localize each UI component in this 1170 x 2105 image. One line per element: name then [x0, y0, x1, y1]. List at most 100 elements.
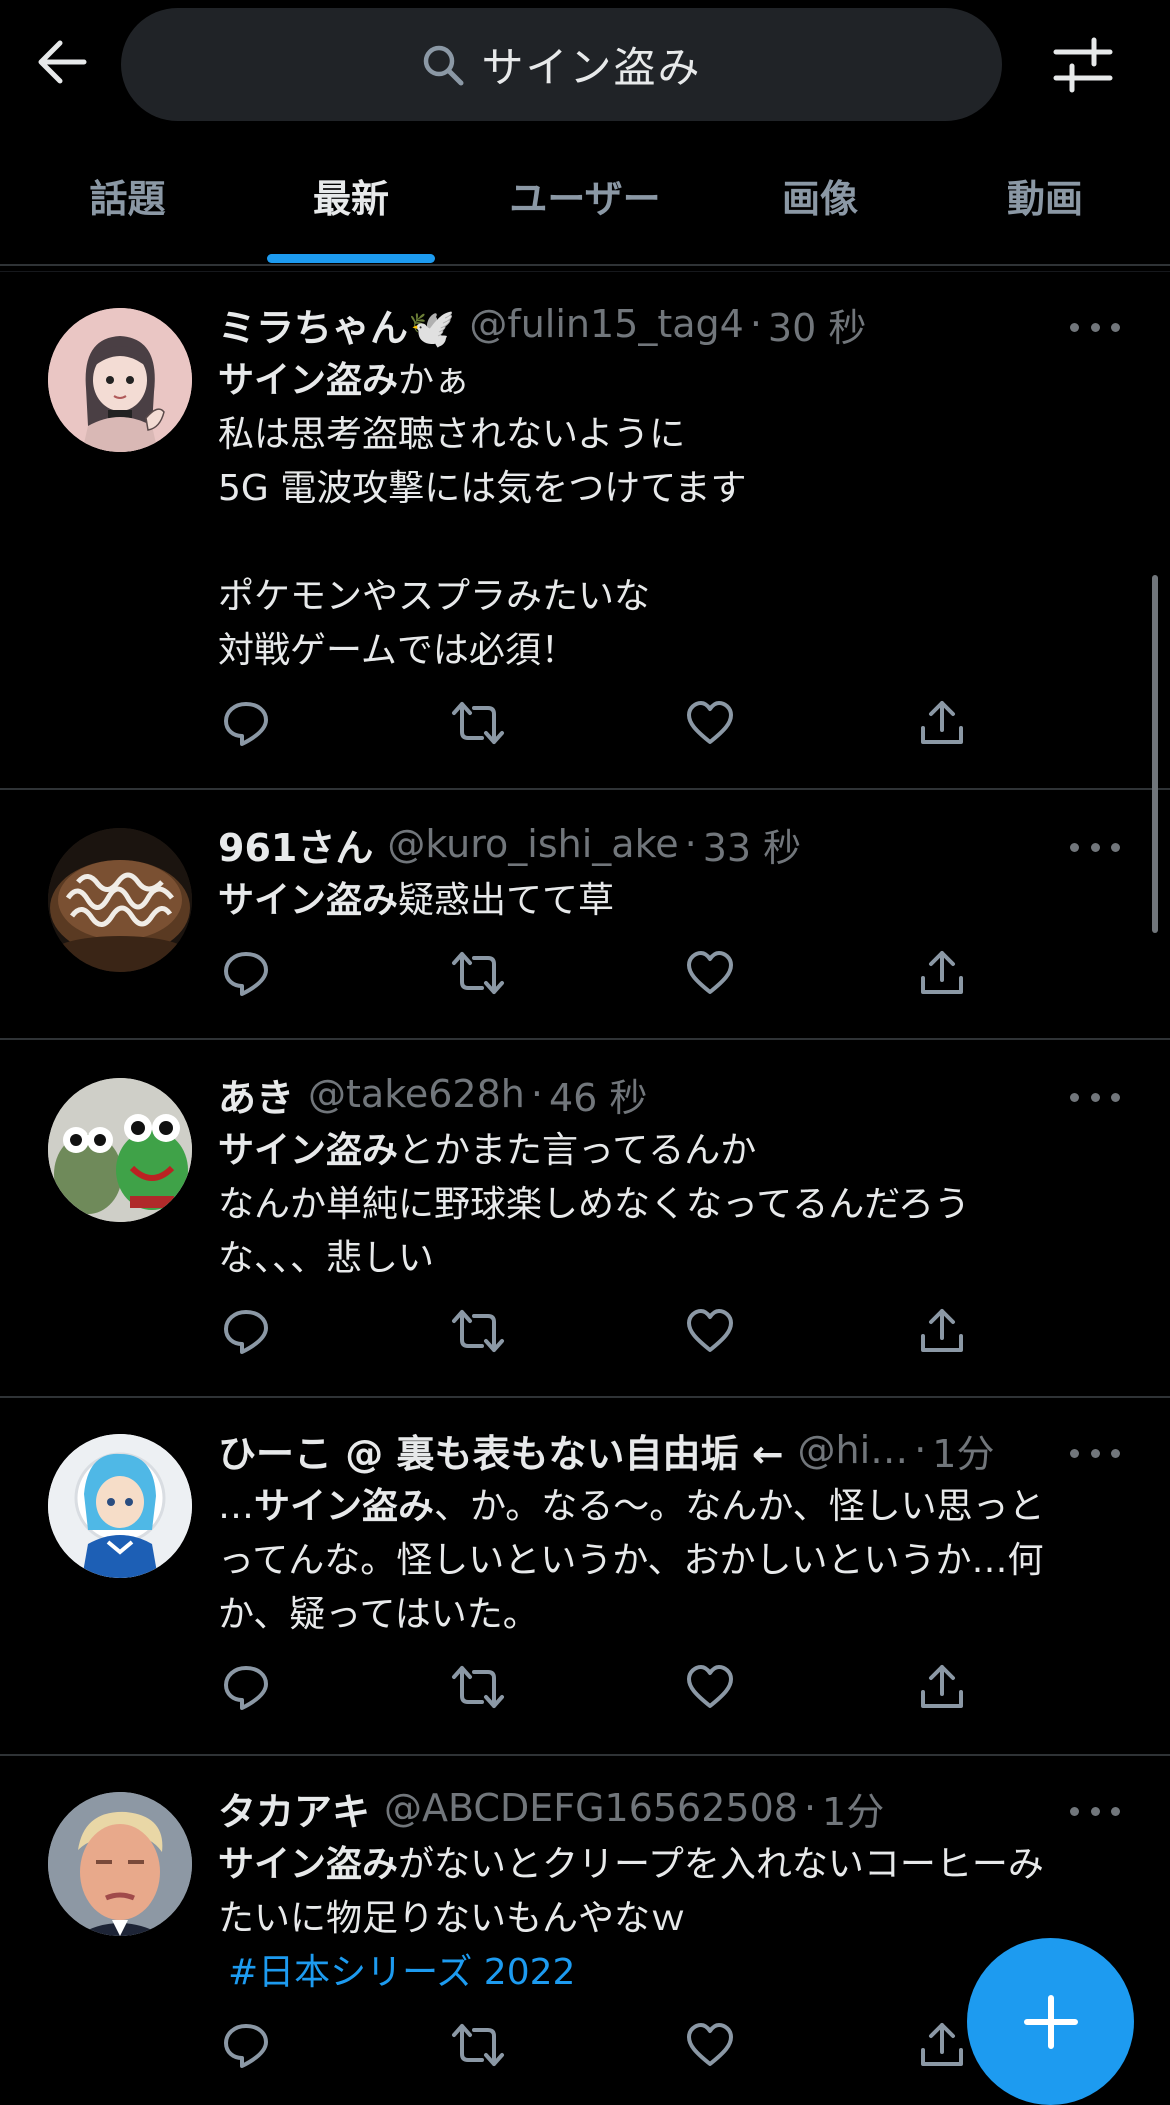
more-icon — [1070, 842, 1079, 852]
timestamp[interactable]: 46 秒 — [549, 1067, 647, 1122]
avatar[interactable] — [48, 828, 192, 972]
text-line: な、、、悲しい — [218, 1238, 435, 1279]
tweet-actions — [218, 1659, 978, 1715]
more-button[interactable] — [1070, 832, 1120, 862]
search-highlight: サイン盗み — [218, 880, 399, 921]
timestamp[interactable]: 1分 — [822, 1781, 884, 1836]
retweet-button[interactable] — [450, 2017, 506, 2073]
more-icon-dot — [1111, 1092, 1120, 1102]
text-prefix: … — [218, 1486, 254, 1527]
more-icon — [1070, 1806, 1079, 1816]
search-field[interactable]: サイン盗み — [121, 8, 1002, 121]
tweet-header: あき @take628h · 46 秒 — [218, 1066, 647, 1122]
like-button[interactable] — [682, 695, 738, 751]
back-button[interactable] — [30, 30, 94, 94]
reply-button[interactable] — [218, 945, 274, 1001]
filter-icon — [1053, 37, 1113, 93]
hashtag-link[interactable]: #日本シリーズ 2022 — [228, 1952, 575, 1993]
search-highlight: サイン盗み — [218, 1130, 399, 1171]
tab-people[interactable]: ユーザー — [490, 125, 680, 265]
more-button[interactable] — [1070, 312, 1120, 342]
like-button[interactable] — [682, 1659, 738, 1715]
tweet-header: ミラちゃん🕊️ @fulin15_tag4 · 30 秒 — [218, 296, 866, 352]
like-button[interactable] — [682, 945, 738, 1001]
search-icon — [424, 45, 464, 85]
more-icon-dot — [1090, 322, 1100, 332]
search-settings-button[interactable] — [1052, 34, 1114, 96]
share-button[interactable] — [914, 945, 970, 1001]
text-line: 私は思考盗聴されないように — [218, 414, 686, 455]
retweet-button[interactable] — [450, 695, 506, 751]
share-button[interactable] — [914, 1303, 970, 1359]
more-icon-dot — [1111, 1448, 1120, 1458]
search-highlight: サイン盗み — [218, 1844, 399, 1885]
tweet-actions — [218, 695, 978, 751]
tweet-header: ひーこ @ 裏も表もない自由垢 ← @hi… · 1分 — [218, 1422, 994, 1478]
avatar[interactable] — [48, 1434, 192, 1578]
like-button[interactable] — [682, 1303, 738, 1359]
text-line: 、か。なる〜。なんか、怪しい思っと — [434, 1486, 1045, 1527]
more-icon — [1070, 322, 1079, 332]
reply-button[interactable] — [218, 2017, 274, 2073]
avatar[interactable] — [48, 1792, 192, 1936]
tweet-header: タカアキ @ABCDEFG16562508 · 1分 — [218, 1780, 884, 1836]
tweet[interactable]: あき @take628h · 46 秒 サイン盗みとかまた言ってるんか なんか単… — [0, 1040, 1170, 1398]
tweet[interactable]: 961さん @kuro_ishi_ake · 33 秒 サイン盗み疑惑出てて草 — [0, 790, 1170, 1040]
share-button[interactable] — [914, 695, 970, 751]
back-arrow-icon — [38, 40, 87, 84]
avatar[interactable] — [48, 308, 192, 452]
more-button[interactable] — [1070, 1082, 1120, 1112]
text-line: ってんな。怪しいというか、おかしいというか…何 — [218, 1540, 1044, 1581]
more-icon — [1070, 1092, 1079, 1102]
separator-dot: · — [914, 1428, 927, 1472]
share-button[interactable] — [914, 1659, 970, 1715]
reply-button[interactable] — [218, 695, 274, 751]
share-icon — [921, 701, 963, 744]
tweet[interactable]: ひーこ @ 裏も表もない自由垢 ← @hi… · 1分 …サイン盗み、か。なる〜… — [0, 1398, 1170, 1756]
reply-icon — [224, 1666, 268, 1710]
user-handle[interactable]: @hi… — [798, 1428, 909, 1472]
timestamp[interactable]: 33 秒 — [703, 817, 801, 872]
tab-videos[interactable]: 動画 — [960, 125, 1130, 265]
tab-photos[interactable]: 画像 — [735, 125, 905, 265]
tweet[interactable]: ミラちゃん🕊️ @fulin15_tag4 · 30 秒 サイン盗みかぁ 私は思… — [0, 272, 1170, 790]
display-name[interactable]: あき — [218, 1067, 294, 1122]
avatar[interactable] — [48, 1078, 192, 1222]
timestamp[interactable]: 1分 — [932, 1423, 994, 1478]
like-button[interactable] — [682, 2017, 738, 2073]
retweet-button[interactable] — [450, 945, 506, 1001]
more-icon-dot — [1090, 842, 1100, 852]
retweet-button[interactable] — [450, 1303, 506, 1359]
tweet-text: …サイン盗み、か。なる〜。なんか、怪しい思っと ってんな。怪しいというか、おかし… — [218, 1480, 1128, 1642]
search-highlight: サイン盗み — [254, 1486, 435, 1527]
tab-top[interactable]: 話題 — [40, 125, 215, 265]
display-name[interactable]: 961さん — [218, 817, 373, 872]
display-name[interactable]: ミラちゃん🕊️ — [218, 297, 455, 352]
reply-icon — [224, 952, 268, 996]
text-line: がないとクリープを入れないコーヒーみ — [398, 1844, 1044, 1885]
timestamp[interactable]: 30 秒 — [768, 297, 866, 352]
more-icon-dot — [1111, 322, 1120, 332]
more-button[interactable] — [1070, 1796, 1120, 1826]
retweet-button[interactable] — [450, 1659, 506, 1715]
reply-button[interactable] — [218, 1659, 274, 1715]
retweet-icon — [452, 702, 504, 744]
user-handle[interactable]: @kuro_ishi_ake — [387, 822, 678, 866]
share-button[interactable] — [914, 2017, 970, 2073]
tweet-text: サイン盗みとかまた言ってるんか なんか単純に野球楽しめなくなってるんだろう な、… — [218, 1124, 1128, 1286]
compose-button[interactable] — [967, 1938, 1134, 2105]
more-button[interactable] — [1070, 1438, 1120, 1468]
user-handle[interactable]: @ABCDEFG16562508 — [384, 1786, 798, 1830]
tweet-text: サイン盗みかぁ 私は思考盗聴されないように 5G 電波攻撃には気をつけてます ポ… — [218, 354, 1128, 678]
reply-button[interactable] — [218, 1303, 274, 1359]
display-name[interactable]: ひーこ @ 裏も表もない自由垢 ← — [218, 1423, 784, 1478]
scrollbar[interactable] — [1152, 575, 1158, 933]
separator-dot: · — [530, 1072, 543, 1116]
text-line: かぁ — [398, 360, 471, 401]
user-handle[interactable]: @fulin15_tag4 — [469, 302, 744, 346]
share-icon — [921, 1309, 963, 1352]
user-handle[interactable]: @take628h — [308, 1072, 525, 1116]
tab-latest[interactable]: 最新 — [265, 125, 437, 265]
display-name[interactable]: タカアキ — [218, 1781, 370, 1836]
